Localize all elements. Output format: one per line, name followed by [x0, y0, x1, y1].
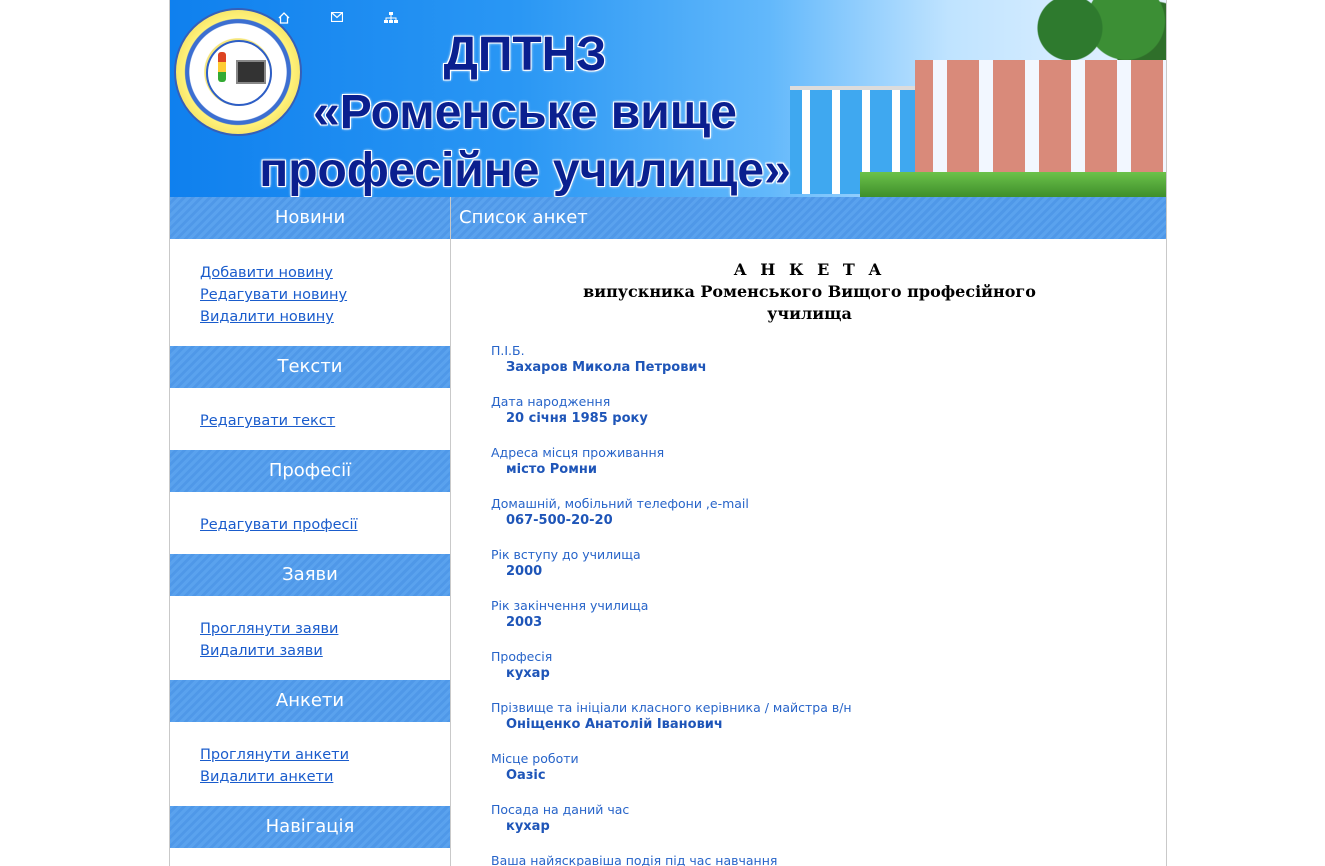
banner-title-line: ДПТНЗ: [443, 28, 607, 81]
field-birth-date: Дата народження 20 січня 1985 року: [491, 393, 1151, 444]
questionnaire-title: А Н К Е Т А випускника Роменського Вищог…: [451, 259, 1166, 325]
field-value: 2003: [506, 615, 543, 630]
list-item: Видалити новину: [200, 305, 440, 327]
questionnaire-title-line: училища: [767, 304, 852, 323]
field-label: Рік вступу до училища: [491, 547, 641, 562]
home-icon[interactable]: [278, 12, 331, 27]
field-workplace: Місце роботи Оазіс: [491, 750, 1151, 801]
main-content: Список анкет А Н К Е Т А випускника Роме…: [451, 197, 1166, 866]
questionnaire-title-line: випускника Роменського Вищого професійно…: [583, 282, 1036, 301]
sidebar-heading-texts: Тексти: [170, 346, 450, 388]
sidebar-heading-professions: Професії: [170, 450, 450, 492]
questionnaire-title-line: А Н К Е Т А: [733, 260, 886, 279]
site-banner: ДПТНЗ «Роменське вище професійне училище…: [170, 0, 1166, 197]
field-value: Захаров Микола Петрович: [506, 360, 707, 375]
add-news-link[interactable]: Добавити новину: [200, 265, 333, 281]
field-value: Оніщенко Анатолій Іванович: [506, 717, 723, 732]
sidebar-list-questionnaires: Проглянути анкети Видалити анкети: [200, 743, 440, 787]
edit-professions-link[interactable]: Редагувати професії: [200, 517, 358, 533]
list-item: Редагувати новину: [200, 283, 440, 305]
field-entry-year: Рік вступу до училища 2000: [491, 546, 1151, 597]
field-label: Дата народження: [491, 394, 611, 409]
list-item: Проглянути заяви: [200, 617, 440, 639]
list-item: Проглянути анкети: [200, 743, 440, 765]
building-image-2: [915, 60, 1166, 190]
field-address: Адреса місця проживання місто Ромни: [491, 444, 1151, 495]
mail-icon[interactable]: [330, 11, 384, 27]
admin-sidebar: Новини Добавити новину Редагувати новину…: [170, 197, 450, 866]
field-phones: Домашній, мобільний телефони ,e-mail 067…: [491, 495, 1151, 546]
field-label: Професія: [491, 649, 553, 664]
banner-title-line: «Роменське вище: [313, 86, 737, 139]
sidebar-list-news: Добавити новину Редагувати новину Видали…: [200, 261, 440, 327]
banner-title: ДПТНЗ «Роменське вище професійне училище…: [245, 26, 805, 197]
delete-news-link[interactable]: Видалити новину: [200, 309, 334, 325]
field-value: 2000: [506, 564, 543, 579]
edit-news-link[interactable]: Редагувати новину: [200, 287, 347, 303]
sidebar-heading-navigation: Навігація: [170, 806, 450, 848]
lawn-decoration: [860, 172, 1166, 197]
field-profession: Професія кухар: [491, 648, 1151, 699]
field-graduation-year: Рік закінчення училища 2003: [491, 597, 1151, 648]
field-label: П.І.Б.: [491, 343, 525, 358]
sidebar-heading-news: Новини: [170, 197, 450, 239]
field-class-teacher: Прізвище та ініціали класного керівника …: [491, 699, 1151, 750]
field-label: Домашній, мобільний телефони ,e-mail: [491, 496, 749, 511]
page: ДПТНЗ «Роменське вище професійне училище…: [169, 0, 1167, 866]
content-heading: Список анкет: [451, 197, 1166, 239]
delete-applications-link[interactable]: Видалити заяви: [200, 643, 323, 659]
field-value: кухар: [506, 666, 550, 681]
list-item: Видалити анкети: [200, 765, 440, 787]
top-icon-bar: [278, 11, 437, 27]
edit-text-link[interactable]: Редагувати текст: [200, 413, 335, 429]
view-questionnaires-link[interactable]: Проглянути анкети: [200, 747, 349, 763]
delete-questionnaires-link[interactable]: Видалити анкети: [200, 769, 333, 785]
field-full-name: П.І.Б. Захаров Микола Петрович: [491, 342, 1151, 393]
sitemap-icon[interactable]: [384, 12, 437, 27]
field-label: Посада на даний час: [491, 802, 630, 817]
field-label: Ваша найяскравіша подія під час навчання: [491, 853, 778, 866]
field-brightest-event: Ваша найяскравіша подія під час навчання: [491, 852, 1151, 866]
list-item: Добавити новину: [200, 261, 440, 283]
traffic-light-icon: [218, 52, 226, 82]
field-label: Рік закінчення училища: [491, 598, 649, 613]
field-value: кухар: [506, 819, 550, 834]
field-value: 067-500-20-20: [506, 513, 613, 528]
banner-title-line: професійне училище»: [259, 144, 791, 197]
field-label: Адреса місця проживання: [491, 445, 665, 460]
list-item: Редагувати текст: [200, 409, 440, 431]
field-value: 20 січня 1985 року: [506, 411, 648, 426]
sidebar-list-applications: Проглянути заяви Видалити заяви: [200, 617, 440, 661]
sidebar-list-texts: Редагувати текст: [200, 409, 440, 431]
sidebar-list-professions: Редагувати професії: [200, 513, 440, 535]
view-applications-link[interactable]: Проглянути заяви: [200, 621, 338, 637]
sidebar-heading-applications: Заяви: [170, 554, 450, 596]
field-value: Оазіс: [506, 768, 546, 783]
list-item: Видалити заяви: [200, 639, 440, 661]
field-label: Прізвище та ініціали класного керівника …: [491, 700, 852, 715]
list-item: Редагувати професії: [200, 513, 440, 535]
field-value: місто Ромни: [506, 462, 597, 477]
questionnaire-fields: П.І.Б. Захаров Микола Петрович Дата наро…: [491, 342, 1151, 866]
field-position: Посада на даний час кухар: [491, 801, 1151, 852]
field-label: Місце роботи: [491, 751, 579, 766]
sidebar-heading-questionnaires: Анкети: [170, 680, 450, 722]
